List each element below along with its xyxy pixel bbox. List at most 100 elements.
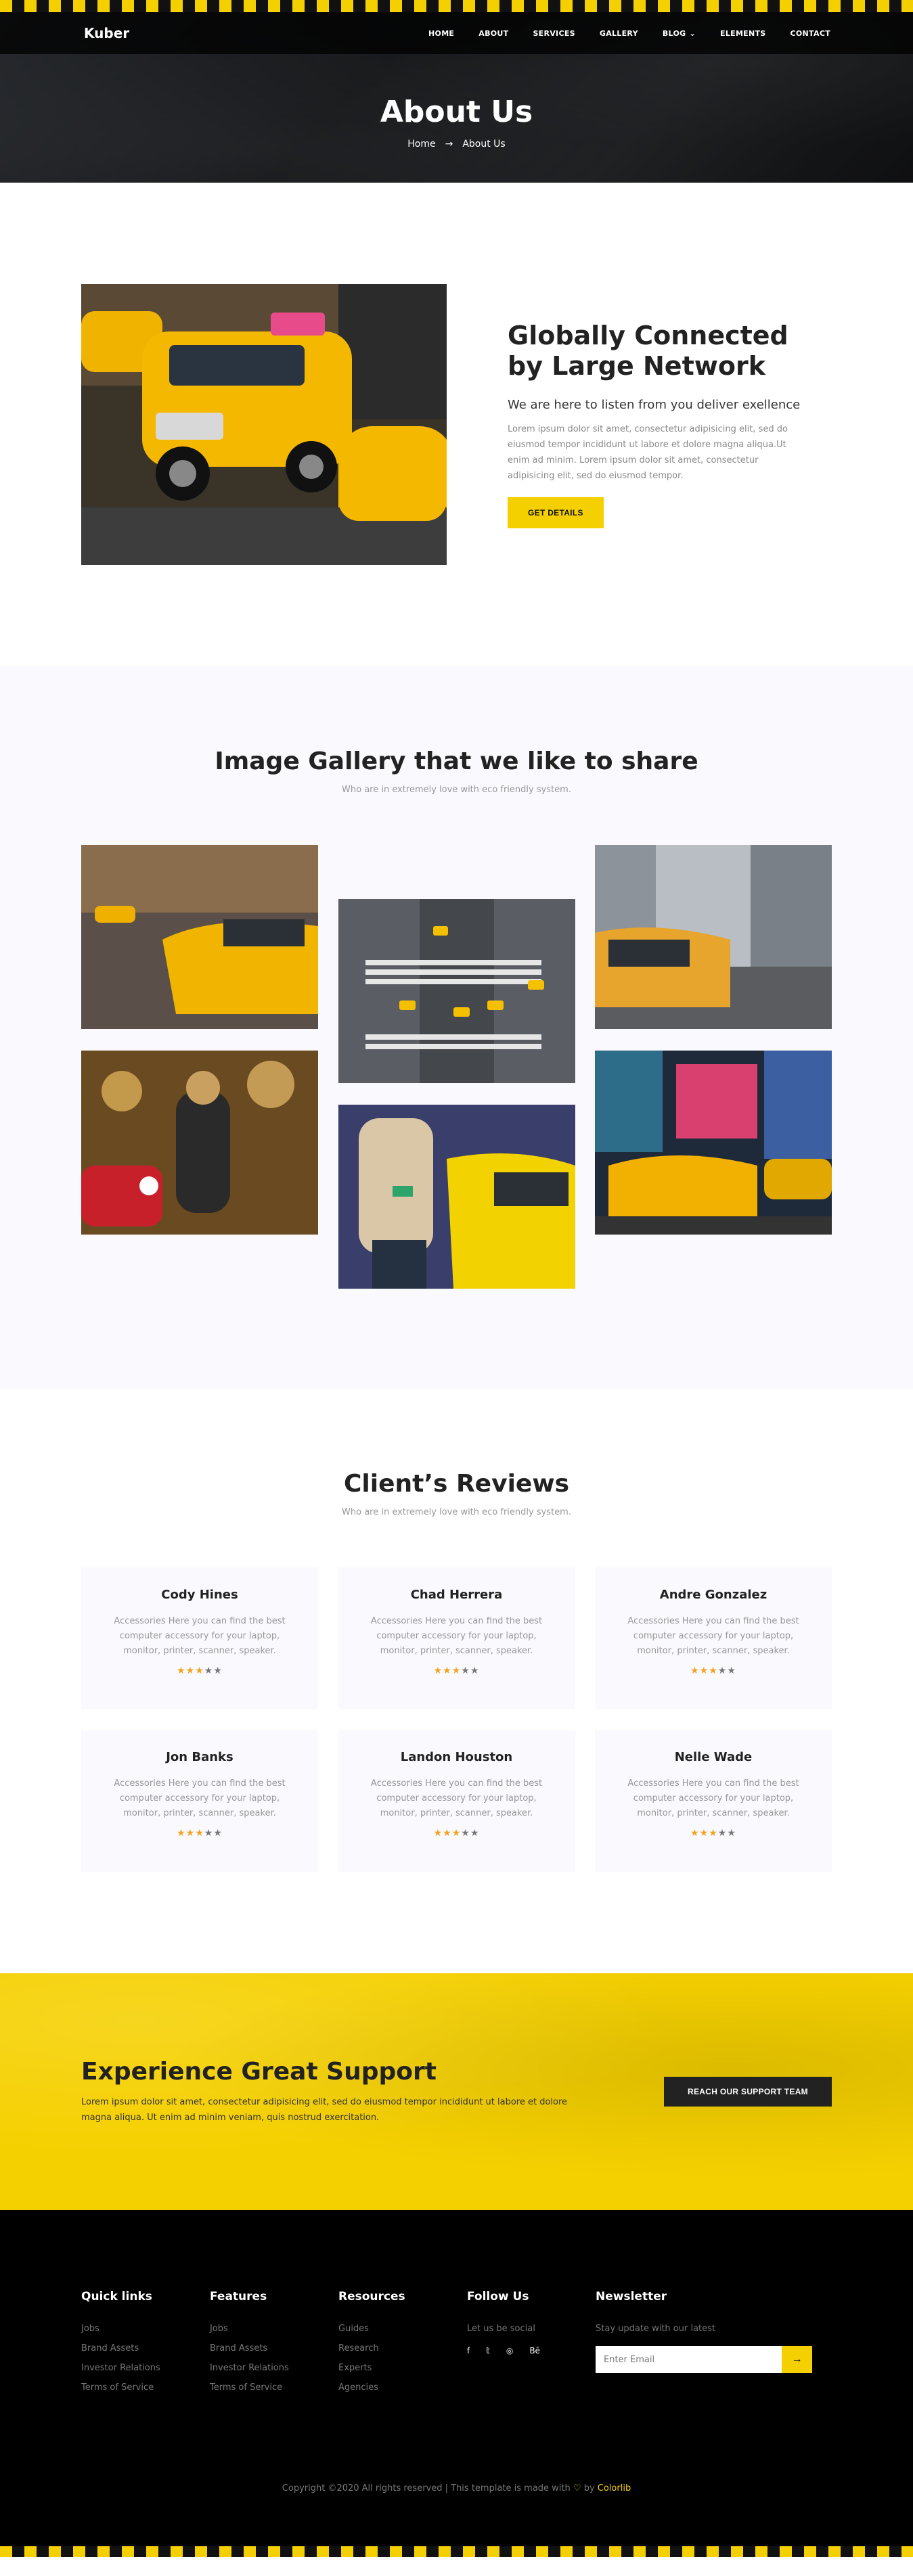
footer-link[interactable]: Agencies: [338, 2383, 467, 2393]
star-icon: ★: [699, 1665, 709, 1677]
review-text: Accessories Here you can find the best c…: [627, 1616, 799, 1657]
footer-link[interactable]: Brand Assets: [81, 2343, 210, 2353]
footer-link[interactable]: Terms of Service: [81, 2383, 210, 2393]
dribbble-icon[interactable]: ◎: [506, 2346, 513, 2355]
star-icon: ★: [461, 1828, 470, 1839]
gallery-section: Image Gallery that we like to share Who …: [0, 666, 913, 1389]
star-rating: ★★★★★: [618, 1828, 809, 1839]
review-card: Andre Gonzalez Accessories Here you can …: [595, 1567, 832, 1709]
get-details-button[interactable]: GET DETAILS: [508, 497, 604, 529]
footer-heading: Follow Us: [467, 2290, 529, 2303]
support-title: Experience Great Support: [81, 2058, 437, 2086]
footer-link[interactable]: Jobs: [210, 2324, 338, 2334]
support-body: Lorem ipsum dolor sit amet, consectetur …: [81, 2097, 568, 2123]
copyright: Copyright ©2020 All rights reserved | Th…: [81, 2483, 832, 2493]
taxi-photo: [81, 284, 447, 565]
star-icon: ★: [213, 1828, 223, 1839]
top-checker-strip: [0, 0, 913, 12]
star-icon: ★: [727, 1828, 736, 1839]
subscribe-button[interactable]: →: [782, 2346, 812, 2373]
nav-home[interactable]: HOME: [428, 29, 454, 38]
review-name: Landon Houston: [400, 1750, 513, 1764]
star-icon: ★: [195, 1828, 204, 1839]
support-text: Experience Great Support Lorem ipsum dol…: [81, 2058, 569, 2125]
star-icon: ★: [195, 1665, 204, 1677]
footer-heading: Features: [210, 2290, 267, 2303]
gallery-illustration-4: [338, 1105, 575, 1289]
gallery-photo-city-taxi[interactable]: [595, 845, 832, 1029]
review-card: Jon Banks Accessories Here you can find …: [81, 1730, 318, 1872]
behance-icon[interactable]: Bē: [529, 2346, 540, 2355]
reviews-grid: Cody Hines Accessories Here you can find…: [81, 1567, 832, 1872]
footer-link[interactable]: Investor Relations: [210, 2363, 338, 2373]
footer-link[interactable]: Jobs: [81, 2324, 210, 2334]
star-rating: ★★★★★: [104, 1665, 295, 1676]
twitter-icon[interactable]: 𝕥: [486, 2346, 490, 2355]
review-card: Chad Herrera Accessories Here you can fi…: [338, 1567, 575, 1709]
nav-about[interactable]: ABOUT: [478, 29, 508, 38]
review-text: Accessories Here you can find the best c…: [114, 1616, 286, 1657]
footer-newsletter: Newsletter Stay update with our latest →: [596, 2290, 819, 2402]
star-icon: ★: [690, 1665, 700, 1677]
star-icon: ★: [443, 1665, 452, 1677]
reviews-title: Client’s Reviews: [343, 1470, 570, 1498]
footer-link[interactable]: Guides: [338, 2324, 467, 2334]
support-banner: Experience Great Support Lorem ipsum dol…: [0, 1973, 913, 2210]
review-name: Cody Hines: [161, 1588, 238, 1602]
star-rating: ★★★★★: [361, 1665, 552, 1676]
about-section: Globally Connected by Large Network We a…: [0, 183, 913, 666]
star-rating: ★★★★★: [361, 1828, 552, 1839]
star-icon: ★: [709, 1665, 718, 1677]
gallery-photo-night-street[interactable]: [81, 1051, 318, 1235]
footer-link[interactable]: Terms of Service: [210, 2383, 338, 2393]
footer-link[interactable]: Experts: [338, 2363, 467, 2373]
star-icon: ★: [213, 1665, 223, 1677]
review-name: Jon Banks: [166, 1750, 233, 1764]
reviews-subtitle: Who are in extremely love with eco frien…: [342, 1507, 571, 1517]
star-icon: ★: [204, 1665, 214, 1677]
nav-blog[interactable]: BLOG ⌄: [663, 29, 696, 38]
nav-blog-label: BLOG: [662, 28, 686, 38]
gallery-illustration-5: [595, 845, 832, 1029]
footer: Quick links Jobs Brand Assets Investor R…: [0, 2210, 913, 2557]
review-card: Landon Houston Accessories Here you can …: [338, 1730, 575, 1872]
about-body: Lorem ipsum dolor sit amet, consectetur …: [508, 424, 788, 481]
footer-quick-links: Quick links Jobs Brand Assets Investor R…: [81, 2290, 210, 2402]
gallery-photo-crosswalk[interactable]: [338, 899, 575, 1083]
reach-support-button[interactable]: REACH OUR SUPPORT TEAM: [664, 2077, 832, 2107]
gallery-photo-hailing-taxi[interactable]: [338, 1105, 575, 1289]
nav-gallery[interactable]: GALLERY: [600, 29, 638, 38]
gallery-title: Image Gallery that we like to share: [215, 748, 698, 775]
gallery-illustration-3: [338, 899, 575, 1083]
gallery-photo-times-square[interactable]: [595, 1051, 832, 1235]
follow-text: Let us be social: [467, 2324, 535, 2334]
star-icon: ★: [470, 1665, 480, 1677]
nav-contact[interactable]: CONTACT: [790, 29, 830, 38]
review-text: Accessories Here you can find the best c…: [370, 1616, 543, 1657]
review-text: Accessories Here you can find the best c…: [370, 1778, 543, 1819]
nav-elements[interactable]: ELEMENTS: [720, 29, 766, 38]
gallery-photo-taxi-side[interactable]: [81, 845, 318, 1029]
star-icon: ★: [433, 1828, 443, 1839]
about-title: Globally Connected by Large Network: [508, 320, 788, 382]
reviews-section: Client’s Reviews Who are in extremely lo…: [0, 1389, 913, 1973]
nav-services[interactable]: SERVICES: [533, 29, 575, 38]
review-name: Andre Gonzalez: [659, 1588, 767, 1602]
gallery-subtitle: Who are in extremely love with eco frien…: [342, 785, 571, 795]
colorlib-link[interactable]: Colorlib: [598, 2483, 631, 2493]
breadcrumb: Home → About Us: [0, 139, 913, 150]
star-icon: ★: [690, 1828, 700, 1839]
logo[interactable]: Kuber: [84, 25, 129, 41]
page-title: About Us: [380, 95, 533, 129]
footer-link[interactable]: Research: [338, 2343, 467, 2353]
footer-features: Features Jobs Brand Assets Investor Rela…: [210, 2290, 338, 2402]
footer-link[interactable]: Investor Relations: [81, 2363, 210, 2373]
facebook-icon[interactable]: f: [467, 2346, 470, 2355]
gallery-column-middle: [338, 845, 575, 1289]
star-icon: ★: [204, 1828, 214, 1839]
copyright-by: by: [583, 2483, 595, 2493]
footer-link[interactable]: Brand Assets: [210, 2343, 338, 2353]
email-input[interactable]: [596, 2346, 782, 2373]
star-icon: ★: [433, 1665, 443, 1677]
breadcrumb-home[interactable]: Home: [407, 139, 435, 150]
